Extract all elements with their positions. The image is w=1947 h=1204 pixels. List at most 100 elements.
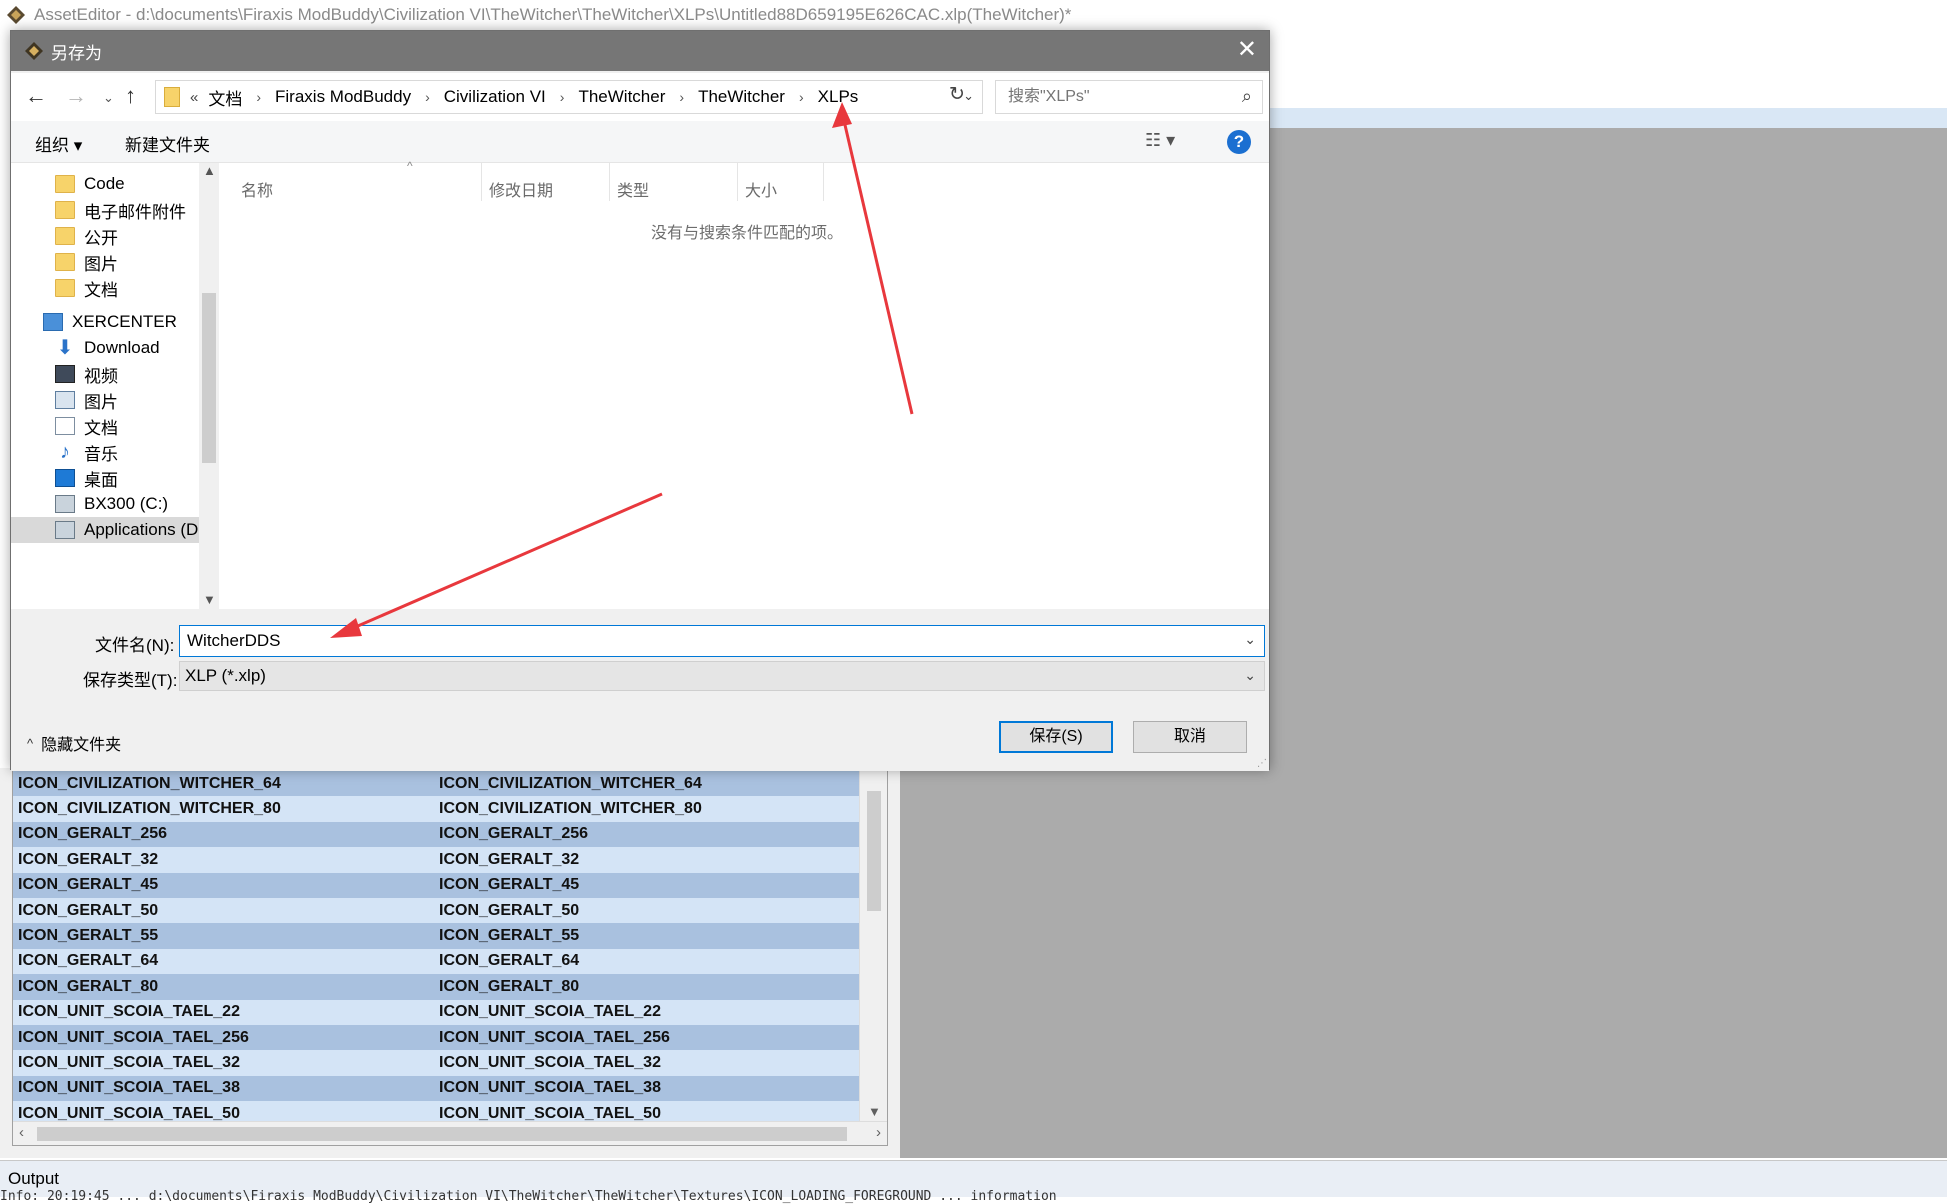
breadcrumb-overflow-icon[interactable]: « — [190, 89, 198, 106]
grid-horizontal-scrollbar[interactable]: ‹ › — [13, 1121, 887, 1145]
nav-pane-item[interactable]: 公开 — [11, 223, 201, 249]
save-button[interactable]: 保存(S) — [999, 721, 1113, 753]
back-arrow-icon[interactable]: ← — [25, 83, 47, 109]
nav-pane-item[interactable]: XERCENTER — [11, 309, 201, 335]
nav-pane-item-label: 文档 — [84, 418, 118, 438]
search-box[interactable]: ⌕ — [995, 80, 1263, 114]
column-divider[interactable] — [609, 163, 610, 201]
column-header-size[interactable]: 大小 — [745, 177, 777, 201]
asset-name-cell: ICON_GERALT_45 — [18, 876, 159, 894]
breadcrumb-separator-icon[interactable]: › — [799, 89, 804, 105]
breadcrumb-documents[interactable]: 文档 — [208, 85, 242, 110]
recent-locations-chevron-icon[interactable]: ⌄ — [103, 90, 114, 106]
nav-pane-item[interactable]: 图片 — [11, 387, 201, 413]
nav-pane-item[interactable]: ⬇ Download — [11, 335, 201, 361]
filetype-select[interactable]: XLP (*.xlp) ⌄ — [179, 661, 1265, 691]
table-row[interactable]: ICON_UNIT_SCOIA_TAEL_32 ICON_UNIT_SCOIA_T… — [13, 1050, 859, 1076]
hide-folders-toggle[interactable]: ^ 隐藏文件夹 — [27, 731, 121, 755]
nav-scroll-thumb[interactable] — [202, 293, 216, 463]
breadcrumb-xlps[interactable]: XLPs — [818, 87, 859, 107]
table-row[interactable]: ICON_GERALT_50 ICON_GERALT_50 — [13, 897, 859, 924]
asset-name-cell: ICON_UNIT_SCOIA_TAEL_22 — [18, 1003, 240, 1021]
save-form-area: 文件名(N): ⌄ 保存类型(T): XLP (*.xlp) ⌄ ^ 隐藏文件夹… — [11, 609, 1269, 771]
cancel-button[interactable]: 取消 — [1133, 721, 1247, 753]
pictures-icon — [55, 391, 75, 409]
breadcrumb-civilization[interactable]: Civilization VI — [444, 87, 546, 107]
save-as-dialog: 另存为 ✕ ← → ⌄ ↑ « 文档 › Firaxis ModBuddy › … — [10, 30, 1270, 771]
nav-scroll-up-icon[interactable]: ▲ — [203, 163, 216, 178]
grid-hscroll-thumb[interactable] — [37, 1127, 847, 1141]
grid-vscroll-thumb[interactable] — [867, 791, 881, 911]
organize-menu-button[interactable]: 组织 ▾ — [35, 131, 82, 156]
breadcrumb-modbuddy[interactable]: Firaxis ModBuddy — [275, 87, 411, 107]
address-bar[interactable]: « 文档 › Firaxis ModBuddy › Civilization V… — [155, 80, 983, 114]
nav-pane-item[interactable]: Code — [11, 171, 201, 197]
breadcrumb-thewitcher-1[interactable]: TheWitcher — [578, 87, 665, 107]
asset-name-cell: ICON_UNIT_SCOIA_TAEL_32 — [18, 1053, 240, 1071]
folder-icon — [55, 227, 75, 245]
filename-combobox[interactable]: ⌄ — [179, 625, 1265, 657]
column-divider[interactable] — [481, 163, 482, 201]
breadcrumb-separator-icon[interactable]: › — [560, 89, 565, 105]
address-folder-icon — [164, 87, 180, 107]
nav-pane-item[interactable]: 视频 — [11, 361, 201, 387]
nav-pane-item[interactable]: 电子邮件附件 — [11, 197, 201, 223]
table-row[interactable]: ICON_GERALT_45 ICON_GERALT_45 — [13, 872, 859, 898]
search-input[interactable] — [1006, 87, 1226, 107]
filetype-dropdown-icon[interactable]: ⌄ — [1244, 667, 1256, 684]
breadcrumb-separator-icon[interactable]: › — [679, 89, 684, 105]
filename-input[interactable] — [185, 630, 1225, 652]
column-header-type[interactable]: 类型 — [617, 177, 649, 201]
table-row[interactable]: ICON_UNIT_SCOIA_TAEL_22 ICON_UNIT_SCOIA_T… — [13, 999, 859, 1025]
table-row[interactable]: ICON_CIVILIZATION_WITCHER_80 ICON_CIVILIZ… — [13, 796, 859, 822]
column-header-modified[interactable]: 修改日期 — [489, 177, 553, 201]
table-row[interactable]: ICON_GERALT_80 ICON_GERALT_80 — [13, 974, 859, 1000]
sort-ascending-icon: ^ — [407, 159, 413, 173]
table-row[interactable]: ICON_GERALT_55 ICON_GERALT_55 — [13, 923, 859, 949]
table-row[interactable]: ICON_UNIT_SCOIA_TAEL_38 ICON_UNIT_SCOIA_T… — [13, 1075, 859, 1102]
app-titlebar: AssetEditor - d:\documents\Firaxis ModBu… — [0, 0, 1947, 30]
address-navigation-row: ← → ⌄ ↑ « 文档 › Firaxis ModBuddy › Civili… — [11, 73, 1269, 121]
column-divider[interactable] — [823, 163, 824, 201]
breadcrumb-separator-icon[interactable]: › — [425, 89, 430, 105]
column-header-name[interactable]: 名称 — [241, 177, 273, 201]
breadcrumb-thewitcher-2[interactable]: TheWitcher — [698, 87, 785, 107]
folder-icon — [55, 175, 75, 193]
resize-grip-icon[interactable]: ⋰ — [1257, 758, 1267, 769]
refresh-icon[interactable]: ↻ — [949, 83, 965, 106]
nav-scroll-down-icon[interactable]: ▼ — [203, 592, 216, 607]
nav-pane-item-label: 图片 — [84, 392, 118, 412]
up-folder-arrow-icon[interactable]: ↑ — [125, 83, 136, 109]
nav-pane-item[interactable]: 文档 — [11, 413, 201, 439]
filename-dropdown-icon[interactable]: ⌄ — [1244, 631, 1256, 648]
breadcrumb-separator-icon[interactable]: › — [256, 89, 261, 105]
table-row[interactable]: ICON_GERALT_256 ICON_GERALT_256 — [13, 821, 859, 848]
grid-scroll-right-icon[interactable]: › — [876, 1124, 881, 1141]
asset-name-cell: ICON_UNIT_SCOIA_TAEL_256 — [18, 1028, 249, 1046]
nav-pane-item[interactable]: 文档 — [11, 275, 201, 301]
table-row[interactable]: ICON_GERALT_32 ICON_GERALT_32 — [13, 847, 859, 873]
nav-pane-item[interactable]: Applications (D — [11, 517, 201, 543]
grid-scroll-left-icon[interactable]: ‹ — [19, 1124, 24, 1141]
column-divider[interactable] — [737, 163, 738, 201]
table-row[interactable]: ICON_UNIT_SCOIA_TAEL_256 ICON_UNIT_SCOIA_… — [13, 1024, 859, 1051]
nav-pane-item[interactable]: 图片 — [11, 249, 201, 275]
asset-grid-rows: ICON_CIVILIZATION_WITCHER_64 ICON_CIVILIZ… — [13, 771, 859, 1127]
table-row[interactable]: ICON_CIVILIZATION_WITCHER_64 ICON_CIVILIZ… — [13, 771, 859, 797]
help-icon[interactable]: ? — [1227, 130, 1251, 154]
search-icon[interactable]: ⌕ — [1242, 86, 1252, 107]
grid-vertical-scrollbar[interactable]: ▼ — [859, 771, 887, 1121]
asset-value-cell: ICON_GERALT_55 — [439, 927, 580, 945]
dialog-close-icon[interactable]: ✕ — [1237, 37, 1257, 63]
view-options-icon[interactable]: ☷ ▾ — [1145, 130, 1175, 151]
forward-arrow-icon[interactable]: → — [65, 83, 87, 109]
nav-pane-item[interactable]: ♪ 音乐 — [11, 439, 201, 465]
new-folder-button[interactable]: 新建文件夹 — [125, 131, 210, 156]
nav-pane-item[interactable]: 桌面 — [11, 465, 201, 491]
nav-pane-item[interactable]: BX300 (C:) — [11, 491, 201, 517]
grid-scroll-down-icon[interactable]: ▼ — [868, 1104, 881, 1119]
table-row[interactable]: ICON_GERALT_64 ICON_GERALT_64 — [13, 948, 859, 975]
nav-pane-scrollbar[interactable]: ▲ ▼ — [199, 163, 219, 609]
dialog-titlebar: 另存为 ✕ — [11, 31, 1269, 71]
hide-folders-label: 隐藏文件夹 — [41, 737, 122, 754]
